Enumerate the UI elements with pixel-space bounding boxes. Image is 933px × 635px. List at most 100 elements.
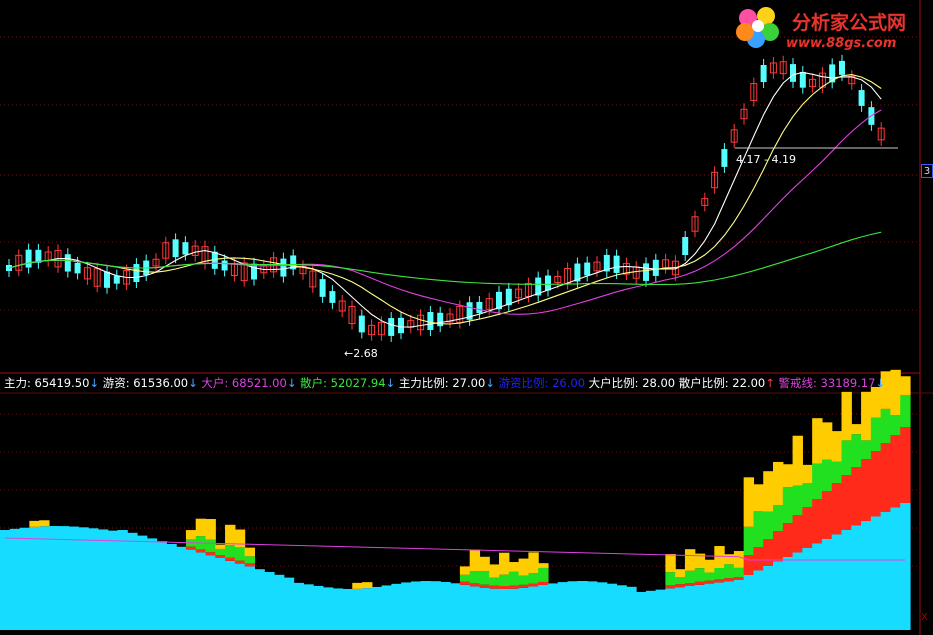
legend-arrow-icon: ↓: [485, 376, 495, 390]
area-bar-zhuli: [528, 552, 539, 574]
area-bar-sanhu: [714, 582, 725, 630]
area-bar-sanhu: [655, 589, 666, 630]
area-bar-sanhu: [900, 503, 911, 630]
candle-body: [643, 263, 649, 281]
area-bar-zhuli: [792, 435, 803, 486]
area-bar-sanhu: [792, 552, 803, 630]
area-bar-youzi: [469, 571, 481, 584]
area-bar-dahu: [763, 539, 774, 566]
area-bar-youzi: [900, 394, 911, 427]
candle-body: [721, 149, 728, 167]
area-bar-sanhu: [78, 527, 89, 630]
area-bar-zhuli: [831, 431, 843, 462]
area-bar-zhuli: [362, 582, 373, 589]
area-bar-zhuli: [743, 477, 755, 527]
area-bar-sanhu: [567, 581, 578, 630]
candle-body: [182, 242, 189, 255]
area-bar-zhuli: [753, 484, 764, 512]
area-bar-dahu: [234, 560, 246, 564]
area-bar-dahu: [469, 583, 481, 587]
area-bar-sanhu: [58, 526, 70, 630]
area-bar-zhuli: [870, 386, 882, 418]
area-bar-youzi: [538, 567, 549, 582]
area-bar-sanhu: [117, 530, 128, 630]
area-bar-sanhu: [156, 541, 167, 630]
area-bar-youzi: [528, 573, 539, 584]
candle-body: [104, 271, 110, 288]
area-bar-sanhu: [450, 583, 461, 630]
candle-body: [584, 262, 591, 276]
area-bar-dahu: [694, 581, 706, 585]
area-bar-youzi: [841, 440, 852, 475]
candle-body: [398, 317, 404, 334]
candle-body: [790, 64, 796, 82]
legend-arrow-icon: ↑: [765, 376, 775, 390]
area-bar-dahu: [831, 483, 843, 535]
area-bar-sanhu: [694, 584, 706, 630]
legend-item: 大户: 68521.00: [201, 376, 287, 390]
area-bar-sanhu: [479, 587, 490, 630]
area-bar-zhuli: [185, 530, 197, 540]
area-bar-zhuli: [675, 569, 686, 578]
area-bar-zhuli: [508, 562, 520, 572]
area-bar-youzi: [234, 547, 246, 561]
area-bar-dahu: [244, 563, 256, 567]
area-bar-sanhu: [861, 521, 872, 630]
area-bar-sanhu: [391, 583, 402, 630]
area-bar-dahu: [459, 581, 471, 585]
area-bar-dahu: [684, 583, 696, 586]
area-bar-youzi: [773, 505, 784, 531]
candle-body: [64, 254, 71, 272]
area-bar-zhuli: [812, 418, 823, 464]
area-bar-sanhu: [283, 577, 295, 630]
area-bar-sanhu: [39, 526, 50, 630]
area-bar-zhuli: [39, 520, 50, 527]
candle-body: [358, 315, 365, 333]
area-bar-zhuli: [802, 464, 813, 484]
area-bar-sanhu: [176, 546, 187, 630]
area-bar-dahu: [753, 547, 764, 571]
axis-tag[interactable]: 3: [921, 164, 933, 178]
area-bar-dahu: [724, 578, 735, 582]
legend-arrow-icon: ↓: [286, 376, 297, 390]
area-bar-zhuli: [499, 552, 510, 575]
area-bar-sanhu: [29, 526, 40, 630]
area-bar-zhuli: [489, 564, 500, 578]
area-bar-sanhu: [420, 581, 432, 630]
area-bar-sanhu: [547, 583, 559, 630]
area-bar-dahu: [792, 515, 803, 553]
area-bar-sanhu: [733, 580, 745, 630]
area-bar-zhuli: [665, 553, 676, 573]
area-bar-zhuli: [704, 559, 715, 573]
area-bar-sanhu: [136, 535, 148, 630]
area-bar-sanhu: [215, 558, 226, 630]
area-bar-dahu: [675, 584, 686, 588]
ma5-line: [8, 71, 882, 328]
area-bar-dahu: [704, 580, 715, 584]
area-bar-zhuli: [538, 563, 549, 568]
area-bar-zhuli: [714, 546, 725, 568]
area-bar-zhuli: [459, 566, 471, 575]
area-bar-youzi: [812, 463, 823, 499]
candle-body: [682, 237, 689, 255]
legend-item: 游资比例: 26.00: [498, 376, 586, 390]
legend-item: 散户比例: 22.00: [678, 376, 766, 390]
area-bar-sanhu: [459, 584, 471, 630]
price-low-label: ←2.68: [344, 347, 378, 360]
area-bar-sanhu: [831, 534, 843, 630]
area-bar-sanhu: [107, 530, 119, 630]
area-bar-youzi: [244, 556, 256, 564]
logo-center: [752, 20, 764, 32]
ma10-line: [8, 74, 882, 325]
area-bar-dahu: [195, 549, 207, 553]
area-bar-dahu: [841, 475, 852, 530]
area-bar-dahu: [861, 459, 872, 521]
chart-canvas: [0, 0, 933, 635]
area-bar-dahu: [528, 583, 539, 587]
area-bar-zhuli: [724, 554, 735, 565]
candle-body: [25, 249, 32, 268]
area-bar-youzi: [694, 568, 706, 582]
area-bar-sanhu: [127, 532, 138, 630]
area-bar-zhuli: [861, 391, 872, 441]
corner-mark: X: [921, 612, 928, 623]
